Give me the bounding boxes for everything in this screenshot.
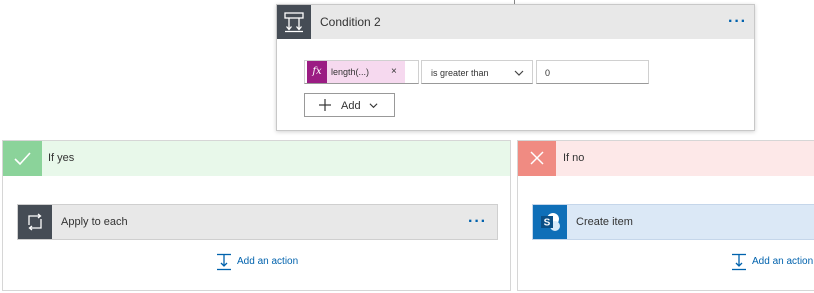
x-icon	[518, 141, 556, 176]
fx-icon: fx	[307, 61, 327, 83]
if-no-header: If no	[518, 141, 814, 176]
svg-text:S: S	[544, 218, 551, 229]
expression-token[interactable]: fx length(...) ×	[307, 61, 405, 83]
apply-to-each-action[interactable]: Apply to each ···	[17, 204, 498, 240]
chevron-down-icon	[369, 103, 378, 109]
condition-value-input[interactable]: 0	[536, 60, 649, 84]
operator-select[interactable]: is greater than	[421, 60, 533, 84]
condition-value-text: 0	[545, 68, 551, 78]
condition-card: Condition 2 ··· fx length(...) × is grea…	[276, 4, 755, 131]
yes-add-action-label: Add an action	[237, 256, 299, 267]
apply-to-each-menu-button[interactable]: ···	[468, 205, 487, 239]
create-item-label: Create item	[576, 216, 633, 228]
add-condition-button[interactable]: Add	[304, 93, 395, 117]
expression-token-label: length(...)	[331, 67, 370, 77]
condition-header[interactable]: Condition 2 ···	[277, 5, 754, 39]
add-action-icon	[217, 253, 231, 271]
no-add-action-label: Add an action	[752, 256, 814, 267]
create-item-action[interactable]: S Create item	[532, 204, 814, 240]
condition-left-operand-field[interactable]: fx length(...) ×	[304, 60, 419, 84]
checkmark-icon	[3, 141, 42, 176]
condition-icon	[277, 5, 311, 39]
remove-token-icon[interactable]: ×	[391, 61, 397, 83]
operator-value: is greater than	[431, 68, 489, 78]
loop-icon	[18, 205, 52, 239]
condition-title: Condition 2	[320, 15, 381, 29]
plus-icon	[319, 99, 331, 111]
condition-menu-button[interactable]: ···	[728, 5, 747, 39]
if-yes-branch: If yes Apply to each ··· Add an action	[2, 140, 511, 291]
if-yes-header: If yes	[3, 141, 510, 176]
if-yes-label: If yes	[48, 152, 75, 164]
add-button-label: Add	[341, 100, 361, 112]
sharepoint-icon: S	[533, 205, 567, 239]
chevron-down-icon	[514, 70, 524, 76]
if-no-label: If no	[563, 152, 585, 164]
apply-to-each-label: Apply to each	[61, 216, 128, 228]
add-action-icon	[732, 253, 746, 271]
if-no-branch: If no S Create item Add an action	[517, 140, 814, 291]
